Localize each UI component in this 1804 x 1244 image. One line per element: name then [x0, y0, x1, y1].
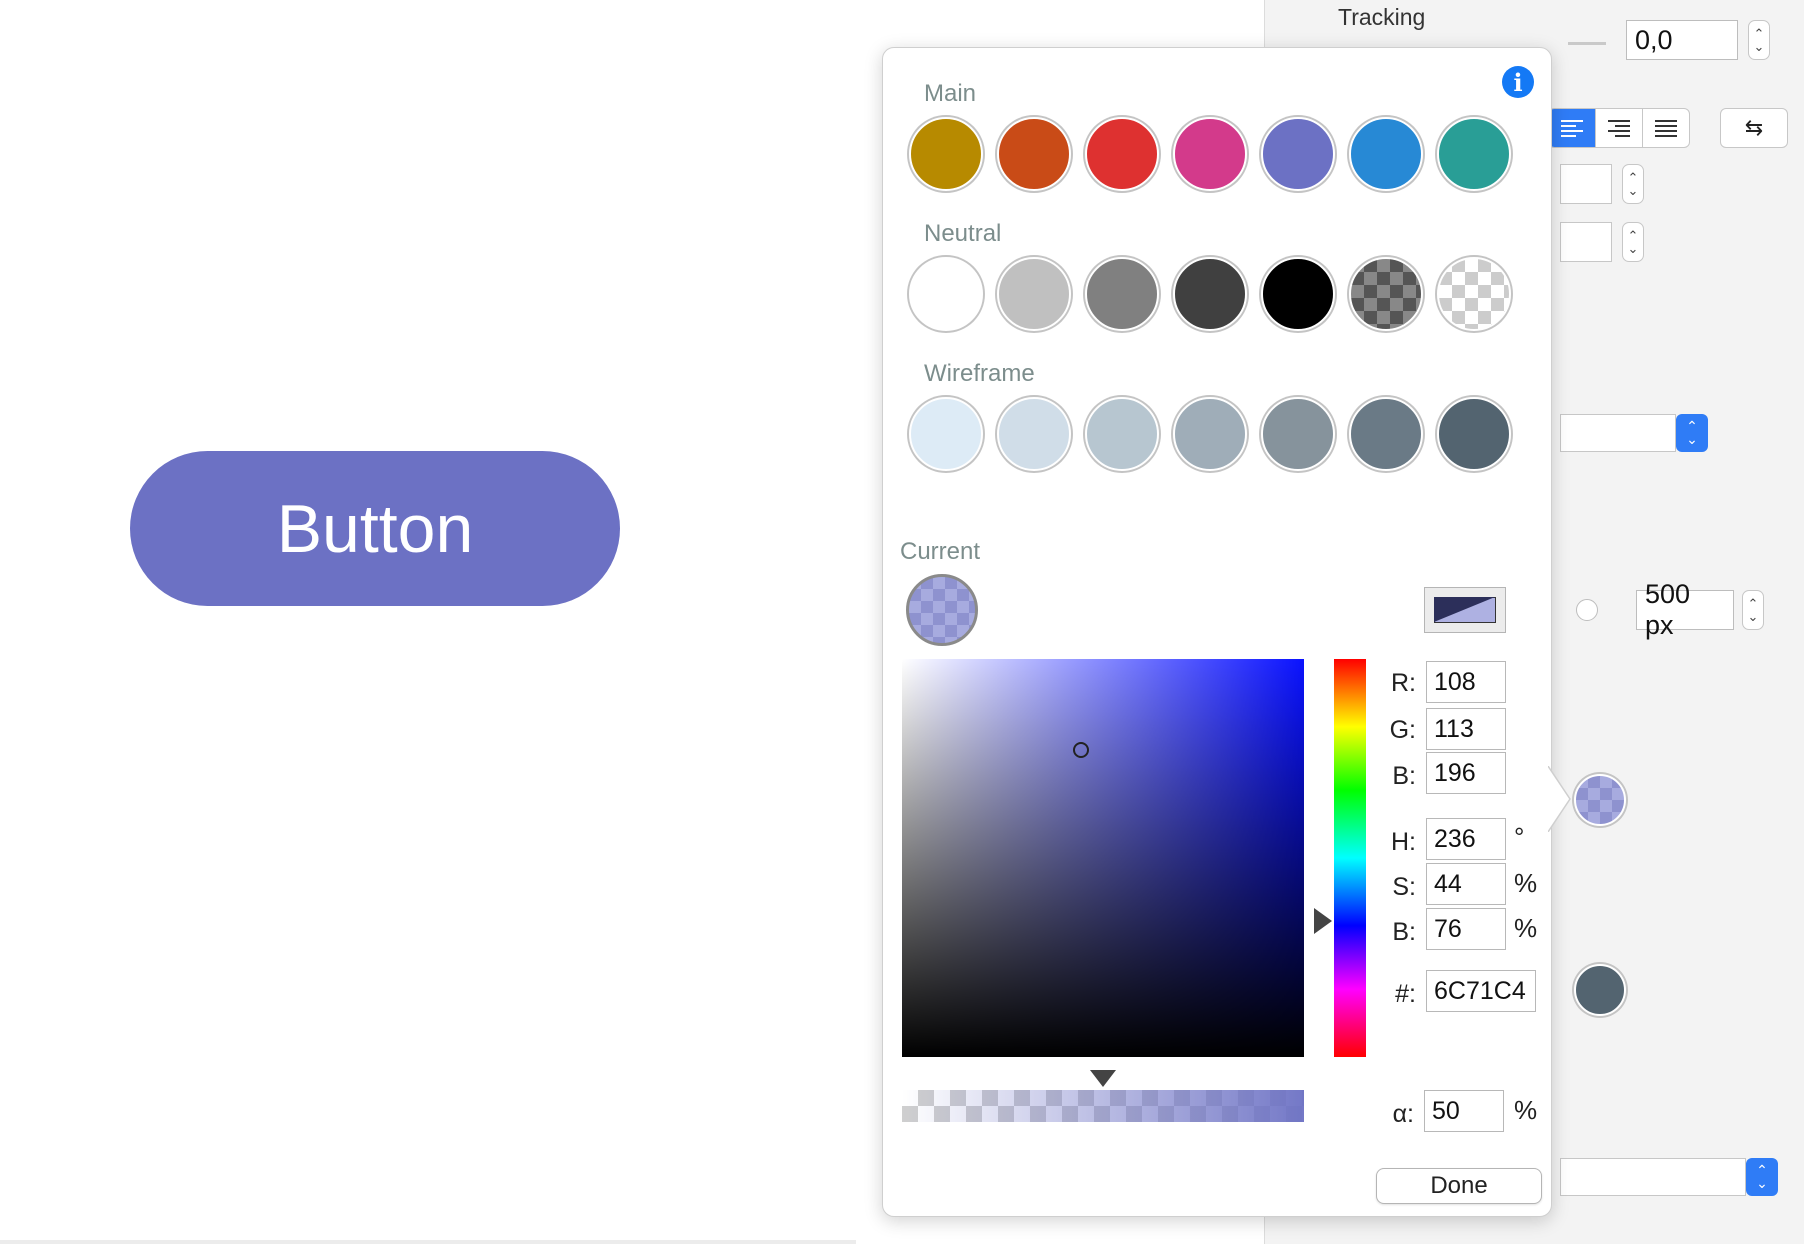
s-field[interactable]: 44 — [1426, 863, 1506, 905]
alpha-field[interactable]: 50 — [1424, 1090, 1504, 1132]
hue-slider[interactable] — [1334, 659, 1366, 1057]
r-label: R: — [1391, 669, 1416, 697]
main-swatch-2[interactable] — [997, 117, 1071, 191]
wireframe-swatch-5[interactable] — [1261, 397, 1335, 471]
popover-arrow — [1548, 766, 1571, 832]
section-main-label: Main — [924, 80, 977, 107]
spacing-field-1[interactable] — [1560, 164, 1612, 204]
neutral-swatch-2[interactable] — [997, 257, 1071, 331]
style-select-2[interactable] — [1560, 1158, 1746, 1196]
neutral-swatch-3[interactable] — [1085, 257, 1159, 331]
sb-picker-handle[interactable] — [1073, 742, 1089, 758]
r-field[interactable]: 108 — [1426, 661, 1506, 703]
main-swatch-7[interactable] — [1437, 117, 1511, 191]
wireframe-swatch-6[interactable] — [1349, 397, 1423, 471]
canvas-bottom-edge — [0, 1240, 856, 1244]
alpha-slider[interactable] — [902, 1090, 1304, 1122]
section-current-label: Current — [900, 538, 981, 565]
section-neutral-label: Neutral — [924, 220, 1002, 247]
wireframe-swatch-7[interactable] — [1437, 397, 1511, 471]
current-color-swatch — [906, 574, 978, 646]
h-unit: ° — [1514, 822, 1525, 852]
swap-arrows-icon: ⇆ — [1744, 115, 1764, 140]
neutral-swatch-7[interactable] — [1437, 257, 1511, 331]
neutral-swatch-5[interactable] — [1261, 257, 1335, 331]
neutral-swatches — [909, 257, 1511, 331]
align-left-button[interactable] — [1549, 109, 1596, 147]
main-swatch-6[interactable] — [1349, 117, 1423, 191]
done-button[interactable]: Done — [1376, 1168, 1542, 1204]
hex-field[interactable]: 6C71C4 — [1426, 970, 1536, 1012]
b-field[interactable]: 196 — [1426, 752, 1506, 794]
main-swatch-4[interactable] — [1173, 117, 1247, 191]
tracking-label: Tracking — [1338, 4, 1426, 30]
neutral-swatch-6[interactable] — [1349, 257, 1423, 331]
h-label: H: — [1391, 828, 1416, 856]
saturation-brightness-field[interactable] — [902, 659, 1304, 1057]
hue-slider-handle-icon[interactable] — [1314, 908, 1334, 934]
radio-button[interactable] — [1576, 599, 1598, 621]
alpha-slider-handle-icon[interactable] — [1090, 1070, 1116, 1088]
tracking-field[interactable]: 0,0 — [1626, 20, 1738, 60]
hex-label: #: — [1395, 980, 1416, 1008]
style-select-1-arrows[interactable]: ⌃ ⌄ — [1676, 414, 1708, 452]
alpha-unit: % — [1514, 1095, 1538, 1125]
b-label: B: — [1392, 762, 1416, 790]
s-unit: % — [1514, 868, 1538, 898]
text-direction-button[interactable]: ⇆ — [1720, 108, 1788, 148]
brightness-unit: % — [1514, 913, 1538, 943]
main-swatch-3[interactable] — [1085, 117, 1159, 191]
spacing-stepper-2[interactable]: ⌃ ⌄ — [1622, 222, 1644, 262]
info-icon[interactable]: i — [1502, 66, 1534, 98]
spacing-field-2[interactable] — [1560, 222, 1612, 262]
h-field[interactable]: 236 — [1426, 818, 1506, 860]
style-select-1[interactable] — [1560, 414, 1676, 452]
align-right-button[interactable] — [1596, 109, 1643, 147]
align-justify-button[interactable] — [1643, 109, 1689, 147]
tracking-slider-track[interactable] — [1568, 42, 1606, 45]
brightness-field[interactable]: 76 — [1426, 908, 1506, 950]
tracking-stepper[interactable]: ⌃ ⌄ — [1748, 20, 1770, 60]
spacing-stepper-1[interactable]: ⌃ ⌄ — [1622, 164, 1644, 204]
wireframe-swatch-2[interactable] — [997, 397, 1071, 471]
neutral-swatch-4[interactable] — [1173, 257, 1247, 331]
color-preview-button[interactable] — [1424, 587, 1506, 633]
brightness-label: B: — [1392, 918, 1416, 946]
neutral-swatch-1[interactable] — [909, 257, 983, 331]
g-label: G: — [1389, 716, 1416, 744]
main-swatches — [909, 117, 1511, 191]
wireframe-swatch-4[interactable] — [1173, 397, 1247, 471]
fill-color-well[interactable] — [1574, 774, 1626, 826]
alpha-label: α: — [1392, 1100, 1414, 1128]
canvas-button-shape[interactable]: Button — [130, 451, 620, 606]
g-field[interactable]: 113 — [1426, 708, 1506, 750]
main-swatch-5[interactable] — [1261, 117, 1335, 191]
wireframe-swatches — [909, 397, 1511, 471]
stroke-color-well[interactable] — [1574, 964, 1626, 1016]
text-alignment-group — [1548, 108, 1690, 148]
style-select-2-arrows[interactable]: ⌃ ⌄ — [1746, 1158, 1778, 1196]
section-wireframe-label: Wireframe — [924, 360, 1035, 387]
old-new-color-icon — [1434, 597, 1496, 623]
s-label: S: — [1392, 873, 1416, 901]
wireframe-swatch-1[interactable] — [909, 397, 983, 471]
width-stepper[interactable]: ⌃ ⌄ — [1742, 590, 1764, 630]
width-field[interactable]: 500 px — [1636, 579, 1734, 640]
wireframe-swatch-3[interactable] — [1085, 397, 1159, 471]
main-swatch-1[interactable] — [909, 117, 983, 191]
